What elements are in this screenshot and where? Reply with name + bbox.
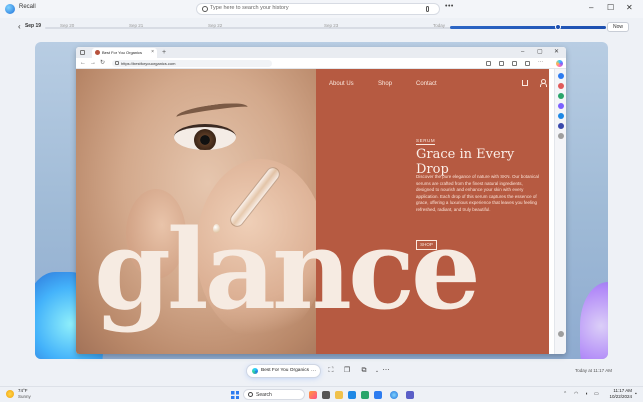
timeline-active-range (450, 26, 606, 29)
close-button[interactable]: ✕ (626, 3, 633, 13)
timeline-label: Sep 22 (208, 23, 223, 28)
minimize-button[interactable]: – (589, 3, 593, 13)
recall-taskbar-icon[interactable] (390, 391, 398, 399)
nav-contact[interactable]: Contact (416, 81, 437, 87)
search-box[interactable]: Type here to search your history (196, 3, 440, 15)
edge-icon (252, 368, 258, 374)
weather-temperature[interactable]: 74°F (18, 388, 28, 393)
maximize-button[interactable]: ☐ (607, 3, 614, 13)
hero-brand-word: glance (94, 205, 481, 334)
timeline-label: Sep 21 (129, 23, 144, 28)
volume-icon[interactable]: ◖ (585, 391, 588, 397)
copilot-taskbar-icon[interactable] (309, 391, 317, 399)
sidebar-settings-icon[interactable] (558, 331, 564, 337)
clock-time[interactable]: 11:17 AM (606, 388, 632, 393)
profile-icon[interactable] (525, 61, 530, 66)
more-icon[interactable]: ··· (311, 367, 316, 375)
search-input[interactable]: Type here to search your history (210, 5, 289, 11)
clock-date[interactable]: 10/22/2024 (599, 394, 632, 399)
more-options-icon[interactable]: ••• (445, 3, 454, 10)
browser-sidebar (554, 69, 566, 354)
url-text[interactable]: https://bestforyouorganics.com (121, 60, 175, 67)
site-favicon-icon (95, 50, 100, 55)
click-to-do-icon[interactable]: ⛶ (326, 366, 336, 376)
sidebar-games-icon[interactable] (558, 103, 564, 109)
app-title: Recall (19, 4, 36, 10)
url-field[interactable]: https://bestforyouorganics.com (112, 60, 272, 67)
photo-eyebrow (175, 100, 249, 124)
lock-icon (115, 61, 119, 65)
taskbar-search-label[interactable]: Search (256, 391, 272, 399)
browser-tab-bar: Best For You Organics × + – ▢ ✕ (76, 47, 566, 58)
task-view-icon[interactable] (322, 391, 330, 399)
product-kicker: SERUM (416, 138, 436, 145)
file-explorer-icon[interactable] (335, 391, 343, 399)
back-arrow-icon[interactable]: ← (80, 59, 86, 68)
app-context-pill[interactable]: Best For You Organics ··· (247, 365, 320, 377)
snapshot-timestamp: Today at 11:17 AM (575, 368, 612, 373)
taskbar: 74°F Sunny Search ⌃ ◠ ◖ ▭ 11:17 AM 10/22… (0, 386, 643, 402)
collections-icon[interactable] (499, 61, 504, 66)
edge-taskbar-icon[interactable] (361, 391, 369, 399)
timeline-current-date: Sep 19 (24, 23, 42, 29)
photo-eye (174, 124, 236, 150)
browser-maximize-icon[interactable]: ▢ (537, 48, 543, 57)
browser-address-bar: ← → ↻ https://bestforyouorganics.com ··· (76, 58, 566, 69)
refresh-icon[interactable]: ↻ (100, 59, 105, 68)
nav-shop[interactable]: Shop (378, 81, 392, 87)
microphone-icon[interactable] (426, 6, 429, 12)
sun-icon[interactable] (6, 390, 14, 398)
open-with-icon[interactable]: ⧉ (359, 366, 369, 376)
forward-arrow-icon[interactable]: → (90, 59, 96, 68)
wifi-icon[interactable]: ◠ (574, 391, 578, 397)
copilot-icon[interactable] (556, 60, 563, 67)
search-icon (202, 6, 208, 12)
new-tab-icon[interactable]: + (162, 48, 166, 57)
sidebar-add-icon[interactable] (558, 133, 564, 139)
teams-icon[interactable] (406, 391, 414, 399)
hero-headline: Grace in Every Drop (416, 147, 515, 177)
weather-condition[interactable]: Sunny (18, 394, 31, 399)
more-options-icon[interactable]: ⋯ (381, 366, 391, 376)
store-icon[interactable] (374, 391, 382, 399)
browser-tab[interactable]: Best For You Organics × (92, 48, 157, 58)
cart-icon[interactable] (522, 80, 528, 86)
browser-close-icon[interactable]: ✕ (554, 48, 559, 57)
start-icon[interactable] (231, 391, 239, 399)
sidebar-outlook-icon[interactable] (558, 123, 564, 129)
web-page: About Us Shop Contact SERUM Grace in Eve… (76, 69, 549, 354)
now-button[interactable]: Now (607, 22, 629, 32)
extensions-icon[interactable] (512, 61, 517, 66)
recall-app-icon (5, 4, 15, 14)
tray-chevron-icon[interactable]: ⌃ (563, 391, 567, 397)
sidebar-tools-icon[interactable] (558, 93, 564, 99)
browser-minimize-icon[interactable]: – (521, 48, 524, 57)
taskbar-search[interactable]: Search (243, 389, 305, 400)
copy-icon[interactable]: ❐ (342, 366, 352, 376)
app-context-label[interactable]: Best For You Organics (261, 367, 309, 375)
nav-about-us[interactable]: About Us (329, 81, 354, 87)
timeline: ‹ Sep 19 Sep 20 Sep 21 Sep 22 Sep 23 Tod… (0, 20, 643, 36)
tab-close-icon[interactable]: × (151, 49, 154, 55)
browser-window: Best For You Organics × + – ▢ ✕ ← → ↻ ht… (76, 47, 566, 354)
tab-title: Best For You Organics (102, 50, 143, 55)
notifications-icon[interactable]: ▪ (635, 391, 637, 397)
sidebar-office-icon[interactable] (558, 113, 564, 119)
account-icon[interactable] (540, 79, 547, 87)
timeline-label: Sep 23 (324, 23, 339, 28)
title-bar: Recall Type here to search your history … (0, 0, 643, 18)
wallpaper-bloom (580, 282, 608, 359)
favorites-icon[interactable] (486, 61, 491, 66)
tab-actions-icon[interactable] (80, 50, 85, 55)
timeline-label: Sep 20 (60, 23, 75, 28)
mail-icon[interactable] (348, 391, 356, 399)
search-icon (248, 392, 253, 397)
timeline-slider-thumb[interactable] (555, 24, 561, 30)
timeline-track[interactable] (45, 27, 495, 29)
browser-menu-icon[interactable]: ··· (538, 59, 543, 65)
timeline-label: Today (433, 23, 446, 28)
photo-iris (194, 129, 216, 150)
sidebar-search-icon[interactable] (558, 73, 564, 79)
sidebar-shopping-icon[interactable] (558, 83, 564, 89)
